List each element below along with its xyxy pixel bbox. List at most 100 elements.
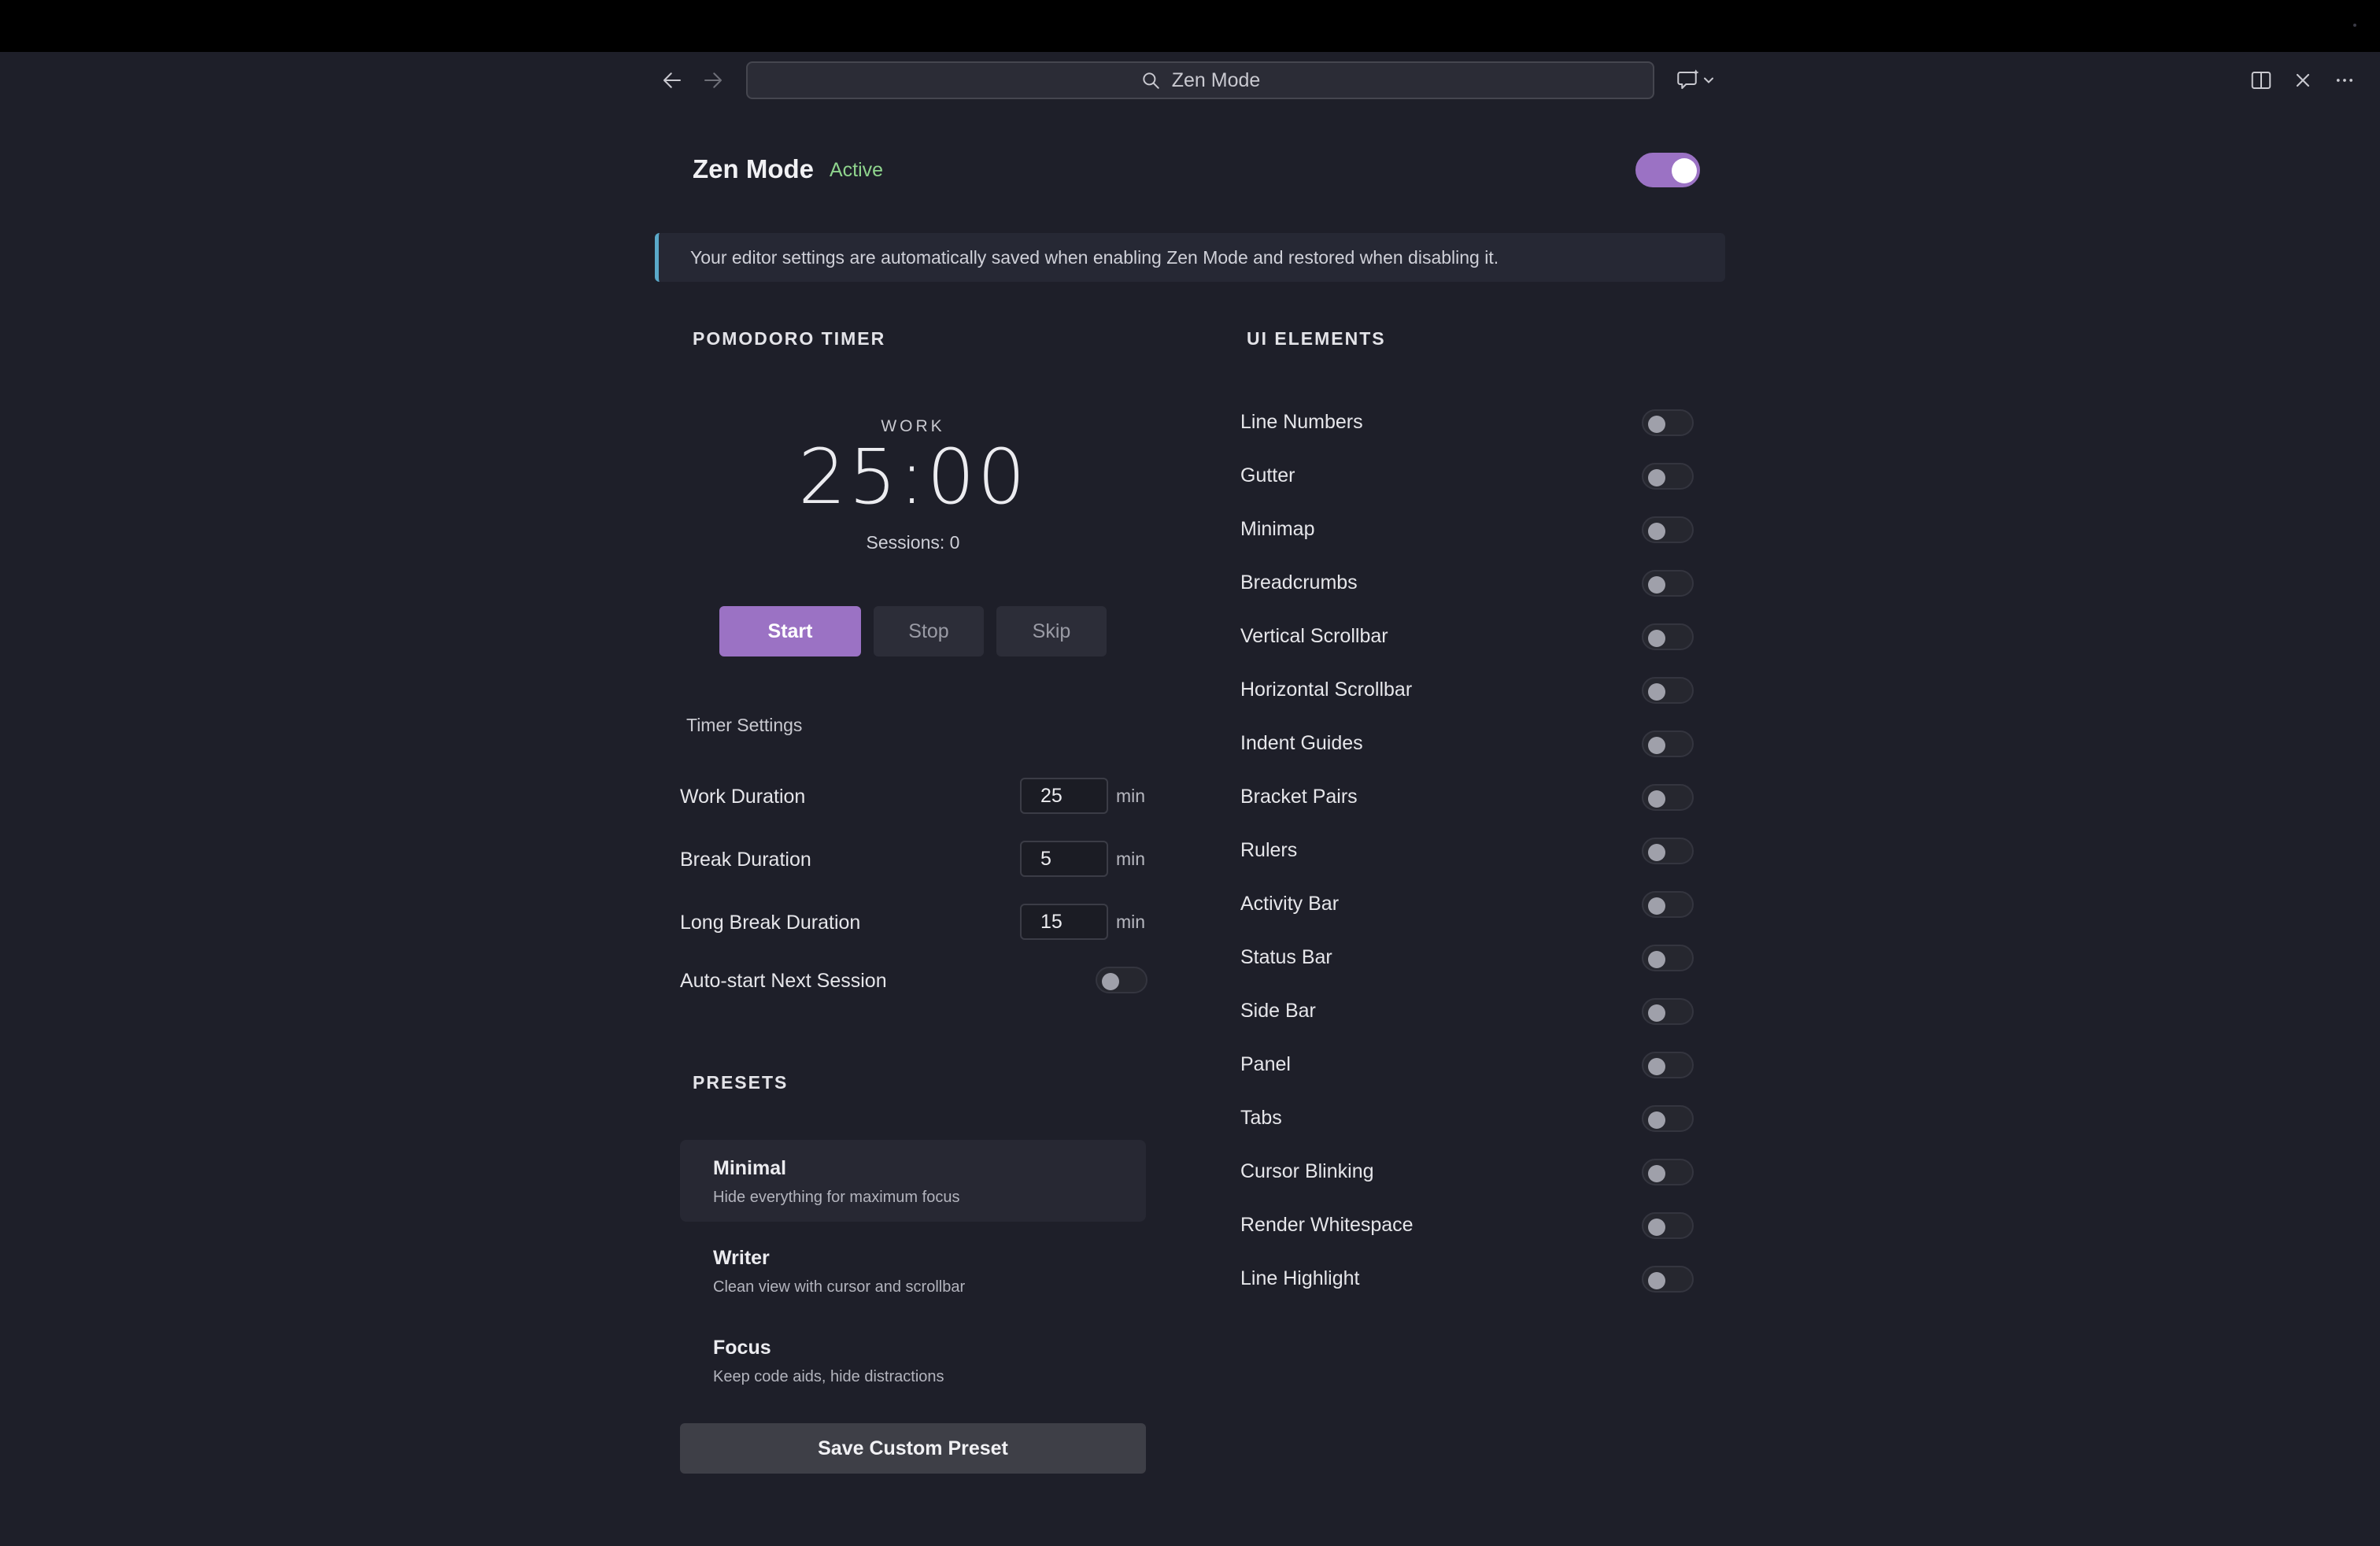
arrow-left-icon bbox=[663, 72, 681, 88]
toggle-knob bbox=[1648, 576, 1665, 594]
close-icon bbox=[2296, 73, 2310, 87]
timer-settings-title: Timer Settings bbox=[686, 715, 803, 735]
stop-button[interactable]: Stop bbox=[874, 606, 984, 656]
ui-element-horizontal-scrollbar-label: Horizontal Scrollbar bbox=[1240, 679, 1413, 701]
toggle-knob bbox=[1102, 973, 1119, 990]
forward-button[interactable] bbox=[696, 65, 730, 96]
work-duration-unit: min bbox=[1116, 786, 1146, 806]
gutter-toggle[interactable] bbox=[1642, 463, 1694, 490]
toggle-knob bbox=[1648, 1004, 1665, 1022]
search-icon bbox=[1143, 72, 1159, 89]
toggle-knob bbox=[1648, 1111, 1665, 1129]
preset-description: Clean view with cursor and scrollbar bbox=[713, 1278, 966, 1296]
horizontal-scrollbar-toggle[interactable] bbox=[1642, 677, 1694, 704]
break-duration-unit: min bbox=[1116, 849, 1146, 869]
long-break-duration-label: Long Break Duration bbox=[680, 912, 861, 934]
line-numbers-toggle[interactable] bbox=[1642, 409, 1694, 436]
ui-element-minimap-label: Minimap bbox=[1240, 518, 1315, 540]
timer-display: 25:00 bbox=[798, 433, 1028, 521]
vertical-scrollbar-toggle[interactable] bbox=[1642, 623, 1694, 650]
toggle-knob bbox=[1648, 951, 1665, 968]
preset-minimal[interactable]: Minimal Hide everything for maximum focu… bbox=[680, 1140, 1146, 1222]
skip-button[interactable]: Skip bbox=[996, 606, 1107, 656]
command-search-bar[interactable]: Zen Mode bbox=[746, 61, 1654, 99]
status-bar-toggle[interactable] bbox=[1642, 945, 1694, 971]
more-button[interactable] bbox=[2331, 66, 2358, 94]
ui-element-indent-guides-label: Indent Guides bbox=[1240, 732, 1363, 754]
toggle-knob bbox=[1648, 683, 1665, 701]
break-duration-label: Break Duration bbox=[680, 849, 811, 871]
ui-element-gutter-label: Gutter bbox=[1240, 464, 1295, 486]
ui-element-vertical-scrollbar-label: Vertical Scrollbar bbox=[1240, 625, 1388, 647]
preset-description: Keep code aids, hide distractions bbox=[713, 1368, 944, 1385]
toggle-knob bbox=[1648, 469, 1665, 486]
panel-toggle[interactable] bbox=[1642, 1052, 1694, 1078]
ui-element-side-bar-label: Side Bar bbox=[1240, 1000, 1316, 1022]
auto-start-label: Auto-start Next Session bbox=[680, 970, 887, 992]
toggle-knob bbox=[1648, 523, 1665, 540]
break-duration-input[interactable]: 5 bbox=[1020, 841, 1108, 877]
ui-element-line-numbers-label: Line Numbers bbox=[1240, 411, 1363, 433]
side-bar-toggle[interactable] bbox=[1642, 998, 1694, 1025]
search-text: Zen Mode bbox=[1171, 68, 1261, 91]
back-button[interactable] bbox=[655, 65, 689, 96]
sessions-count: Sessions: 0 bbox=[866, 532, 960, 553]
auto-start-toggle[interactable] bbox=[1096, 967, 1148, 993]
save-custom-preset-button[interactable]: Save Custom Preset bbox=[680, 1423, 1146, 1474]
bracket-pairs-toggle[interactable] bbox=[1642, 784, 1694, 811]
toggle-knob bbox=[1648, 1219, 1665, 1236]
ui-element-cursor-blinking-label: Cursor Blinking bbox=[1240, 1160, 1374, 1182]
title-bar: Zen Mode bbox=[0, 52, 2380, 107]
indent-guides-toggle[interactable] bbox=[1642, 730, 1694, 757]
toggle-knob bbox=[1648, 790, 1665, 808]
presets-section-title: PRESETS bbox=[693, 1072, 789, 1093]
ui-element-line-highlight-label: Line Highlight bbox=[1240, 1267, 1360, 1289]
pomodoro-section-title: POMODORO TIMER bbox=[693, 328, 886, 349]
toggle-knob bbox=[1648, 1058, 1665, 1075]
chat-button[interactable] bbox=[1672, 66, 1722, 94]
toggle-knob bbox=[1648, 416, 1665, 433]
preset-focus[interactable]: Focus Keep code aids, hide distractions bbox=[680, 1319, 1146, 1401]
preset-name: Writer bbox=[713, 1247, 770, 1269]
toggle-knob bbox=[1648, 844, 1665, 861]
zen-mode-toggle[interactable] bbox=[1635, 153, 1700, 187]
line-highlight-toggle[interactable] bbox=[1642, 1266, 1694, 1293]
activity-bar-toggle[interactable] bbox=[1642, 891, 1694, 918]
split-editor-button[interactable] bbox=[2248, 66, 2275, 94]
rulers-toggle[interactable] bbox=[1642, 838, 1694, 864]
ui-element-render-whitespace-label: Render Whitespace bbox=[1240, 1214, 1414, 1236]
preset-name: Minimal bbox=[713, 1157, 787, 1179]
status-badge: Active bbox=[830, 159, 884, 181]
info-notice: Your editor settings are automatically s… bbox=[655, 233, 1725, 282]
preset-writer[interactable]: Writer Clean view with cursor and scroll… bbox=[680, 1230, 1146, 1311]
ui-element-status-bar-label: Status Bar bbox=[1240, 946, 1332, 968]
work-duration-label: Work Duration bbox=[680, 786, 806, 808]
toggle-knob bbox=[1648, 630, 1665, 647]
status-dot bbox=[2353, 24, 2356, 27]
ui-element-tabs-label: Tabs bbox=[1240, 1107, 1282, 1129]
toggle-knob bbox=[1648, 1272, 1665, 1289]
close-button[interactable] bbox=[2290, 66, 2315, 94]
long-break-duration-unit: min bbox=[1116, 912, 1146, 932]
work-duration-input[interactable]: 25 bbox=[1020, 778, 1108, 814]
long-break-duration-input[interactable]: 15 bbox=[1020, 904, 1108, 940]
ui-element-breadcrumbs-label: Breadcrumbs bbox=[1240, 571, 1358, 594]
render-whitespace-toggle[interactable] bbox=[1642, 1212, 1694, 1239]
more-icon bbox=[2336, 79, 2353, 82]
start-button[interactable]: Start bbox=[719, 606, 861, 656]
tabs-toggle[interactable] bbox=[1642, 1105, 1694, 1132]
toggle-knob bbox=[1648, 1165, 1665, 1182]
preset-description: Hide everything for maximum focus bbox=[713, 1189, 960, 1206]
preset-name: Focus bbox=[713, 1337, 771, 1359]
minimap-toggle[interactable] bbox=[1642, 516, 1694, 543]
chat-sparkle-icon bbox=[1677, 69, 1713, 89]
toggle-knob bbox=[1648, 897, 1665, 915]
arrow-right-icon bbox=[704, 72, 722, 88]
cursor-blinking-toggle[interactable] bbox=[1642, 1159, 1694, 1185]
ui-element-activity-bar-label: Activity Bar bbox=[1240, 893, 1340, 915]
split-editor-icon bbox=[2251, 72, 2271, 89]
ui-elements-section-title: UI ELEMENTS bbox=[1247, 328, 1386, 349]
breadcrumbs-toggle[interactable] bbox=[1642, 570, 1694, 597]
page-title: Zen Mode bbox=[693, 154, 814, 183]
window-top-strip bbox=[0, 0, 2380, 52]
